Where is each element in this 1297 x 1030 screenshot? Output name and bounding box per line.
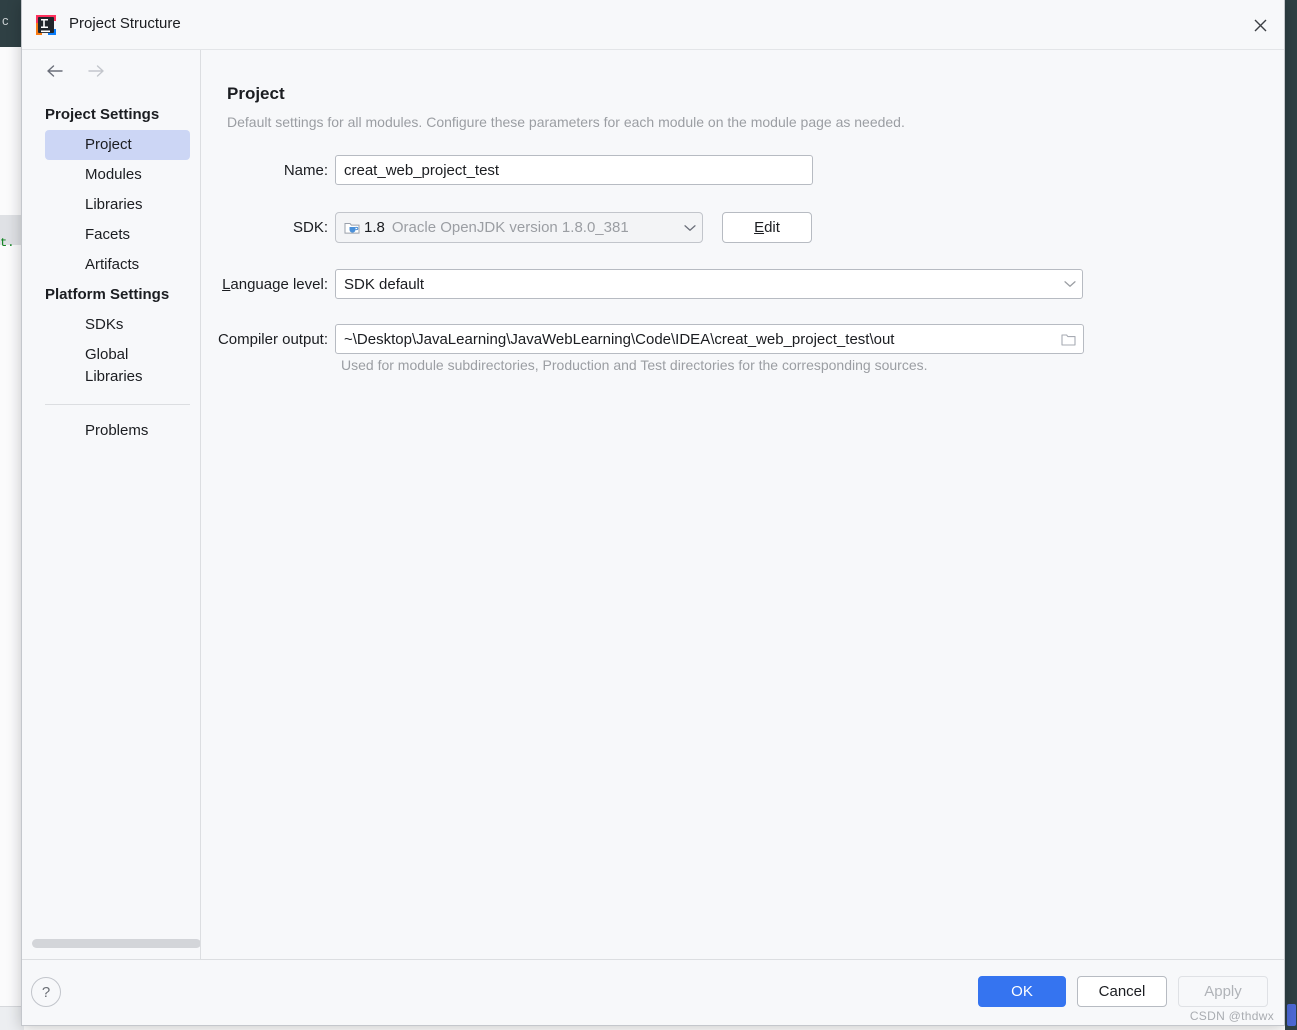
ide-code-fragment: t. (0, 236, 15, 250)
compiler-output-hint: Used for module subdirectories, Producti… (341, 357, 928, 373)
sidebar-item-project[interactable]: Project (45, 130, 190, 160)
project-name-value: creat_web_project_test (344, 161, 500, 179)
help-label: ? (41, 983, 51, 1001)
close-icon[interactable] (1247, 12, 1273, 38)
sidebar-divider (45, 404, 190, 405)
watermark: CSDN @thdwx (1189, 1009, 1274, 1023)
arrow-right-icon[interactable] (85, 60, 107, 82)
ide-right-strip (1285, 0, 1297, 1030)
sdk-edit-rest: dit (764, 219, 780, 236)
sdk-edit-mnemonic: E (754, 219, 765, 236)
sdk-row: SDK: 1.8 Oracle OpenJDK version 1.8.0_38… (201, 212, 1284, 243)
sidebar-horizontal-scrollbar[interactable] (32, 939, 200, 948)
settings-sidebar: Project Settings Project Modules Librari… (22, 50, 201, 959)
sdk-label: SDK: (292, 219, 328, 236)
ide-scrollbar-thumb[interactable] (1287, 1004, 1296, 1026)
sdk-version-value: 1.8 (364, 219, 385, 236)
ok-label: OK (1011, 983, 1033, 1000)
sidebar-item-modules[interactable]: Modules (45, 160, 190, 190)
folder-icon[interactable] (1053, 332, 1083, 347)
language-level-combobox[interactable]: SDK default (335, 269, 1083, 299)
ok-button[interactable]: OK (978, 976, 1066, 1007)
sidebar-item-problems[interactable]: Problems (45, 416, 190, 446)
name-label: Name: (283, 161, 328, 179)
java-sdk-folder-icon (344, 220, 361, 236)
compiler-output-row: Compiler output: ~\Desktop\JavaLearning\… (201, 324, 1284, 354)
name-row: Name: creat_web_project_test (201, 155, 1284, 185)
project-name-input[interactable]: creat_web_project_test (335, 155, 813, 185)
sdk-edit-button[interactable]: Edit (722, 212, 812, 243)
sidebar-item-global-libraries[interactable]: Global Libraries (45, 340, 190, 392)
project-settings-panel: Project Default settings for all modules… (201, 50, 1284, 959)
sdk-combobox[interactable]: 1.8 Oracle OpenJDK version 1.8.0_381 (335, 212, 703, 243)
help-icon[interactable]: ? (31, 977, 61, 1007)
settings-nav-list: Project Settings Project Modules Librari… (22, 100, 200, 446)
compiler-output-label: Compiler output: (217, 330, 328, 348)
footer-button-group: OK Cancel Apply (978, 976, 1268, 1007)
sidebar-item-artifacts[interactable]: Artifacts (45, 250, 190, 280)
arrow-left-icon[interactable] (44, 60, 66, 82)
chevron-down-icon (676, 224, 696, 232)
intellij-idea-icon (35, 14, 57, 36)
sdk-detail-text: Oracle OpenJDK version 1.8.0_381 (391, 219, 629, 236)
dialog-titlebar: Project Structure (22, 0, 1284, 50)
cancel-button[interactable]: Cancel (1077, 976, 1167, 1007)
language-level-label-rest: anguage level: (230, 275, 328, 293)
sidebar-item-label: SDKs (85, 316, 124, 333)
apply-label: Apply (1204, 983, 1242, 1000)
project-structure-dialog: Project Structure Project Settings Proje… (21, 0, 1285, 1026)
sidebar-item-facets[interactable]: Facets (45, 220, 190, 250)
sidebar-item-label: Libraries (85, 196, 143, 213)
apply-button: Apply (1178, 976, 1268, 1007)
nav-group-platform-settings: Platform Settings (45, 286, 170, 303)
page-title: Project (227, 84, 285, 103)
navigation-arrows (44, 60, 107, 82)
sidebar-item-libraries[interactable]: Libraries (45, 190, 190, 220)
chevron-down-icon (1056, 280, 1076, 288)
nav-group-project-settings: Project Settings (45, 106, 160, 123)
compiler-output-input[interactable]: ~\Desktop\JavaLearning\JavaWebLearning\C… (335, 324, 1084, 354)
sidebar-item-label: Modules (85, 166, 142, 183)
dialog-body: Project Settings Project Modules Librari… (22, 50, 1284, 959)
language-level-value: SDK default (344, 275, 425, 293)
compiler-output-value: ~\Desktop\JavaLearning\JavaWebLearning\C… (344, 330, 895, 348)
ide-titlebar-text: c (2, 13, 9, 28)
sidebar-item-label: Artifacts (85, 256, 140, 273)
page-description: Default settings for all modules. Config… (227, 114, 905, 130)
cancel-label: Cancel (1098, 983, 1146, 1000)
sidebar-item-label: Project (85, 136, 132, 153)
language-level-label: Language level: (201, 276, 335, 293)
dialog-title: Project Structure (69, 15, 181, 32)
language-level-row: Language level: SDK default (201, 269, 1284, 299)
sidebar-item-label: Global Libraries (85, 346, 143, 385)
sidebar-item-label: Problems (85, 422, 149, 439)
dialog-footer: ? OK Cancel Apply CSDN @thdwx (22, 959, 1284, 1025)
sidebar-item-sdks[interactable]: SDKs (45, 310, 190, 340)
sidebar-item-label: Facets (85, 226, 131, 243)
